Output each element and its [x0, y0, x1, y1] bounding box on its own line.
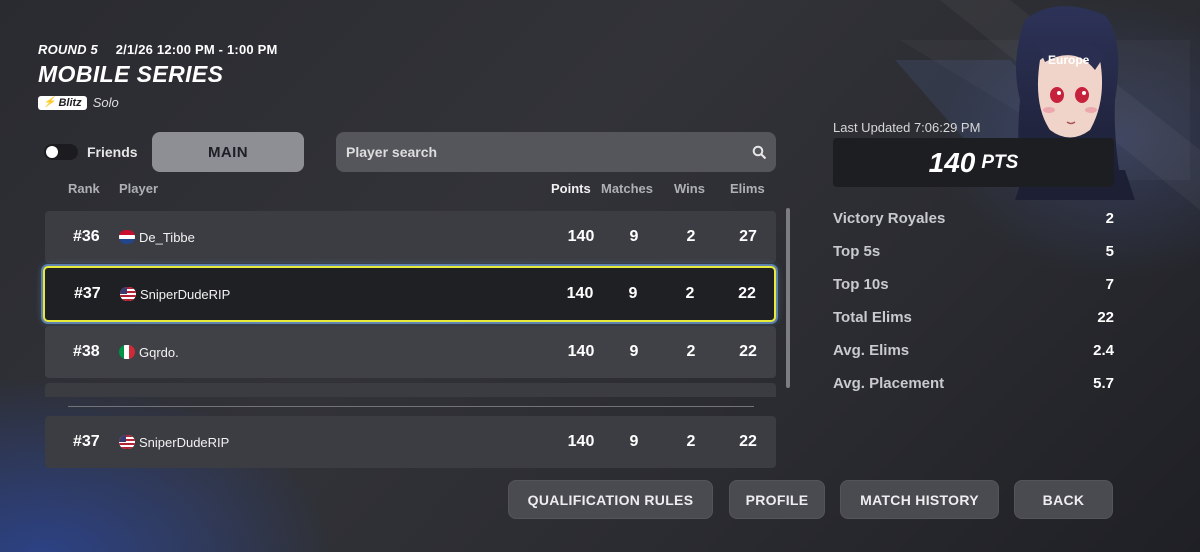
row-wins: 2 — [686, 433, 696, 450]
stat-total-elims: Total Elims 22 — [833, 309, 1114, 326]
search-icon — [752, 145, 766, 159]
row-matches: 9 — [629, 343, 639, 360]
stat-avg-elims: Avg. Elims 2.4 — [833, 342, 1114, 359]
stat-value: 2 — [1105, 210, 1114, 227]
friends-label: Friends — [87, 144, 138, 160]
column-rank: Rank — [68, 181, 100, 196]
round-label: ROUND 5 — [38, 42, 98, 57]
stat-label: Total Elims — [833, 309, 912, 326]
event-header: ROUND 5 2/1/26 12:00 PM - 1:00 PM MOBILE… — [38, 42, 278, 110]
column-player: Player — [119, 181, 159, 196]
event-title: MOBILE SERIES — [38, 61, 224, 87]
mode-label: Solo — [92, 95, 119, 110]
points-value: 140 — [928, 146, 976, 178]
stat-label: Victory Royales — [833, 210, 946, 227]
stat-value: 5.7 — [1093, 375, 1114, 392]
stat-value: 7 — [1105, 276, 1114, 293]
column-points[interactable]: Points — [551, 181, 591, 196]
match-history-button[interactable]: MATCH HISTORY — [840, 480, 999, 519]
row-matches: 9 — [629, 433, 639, 450]
row-elims: 22 — [739, 343, 757, 360]
stat-top-10s: Top 10s 7 — [833, 276, 1114, 293]
row-rank: #37 — [74, 285, 101, 302]
italy-flag-icon — [119, 345, 135, 359]
qualification-rules-button[interactable]: QUALIFICATION RULES — [508, 480, 713, 519]
toggle-knob — [46, 146, 58, 158]
search-placeholder: Player search — [346, 144, 438, 160]
row-player: Gqrdo. — [139, 344, 179, 360]
region-label: Europe — [1048, 53, 1090, 67]
round-info: ROUND 5 2/1/26 12:00 PM - 1:00 PM — [38, 42, 278, 57]
round-datetime: 2/1/26 12:00 PM - 1:00 PM — [115, 42, 278, 57]
points-unit: PTS — [981, 151, 1019, 173]
netherlands-flag-icon — [119, 230, 135, 244]
stat-label: Top 5s — [833, 243, 881, 260]
row-rank: #38 — [73, 343, 100, 360]
row-matches: 9 — [628, 285, 638, 302]
column-matches[interactable]: Matches — [601, 181, 653, 196]
row-rank: #36 — [73, 228, 100, 245]
mode-badge-label: Blitz — [58, 96, 82, 109]
row-player: De_Tibbe — [139, 229, 195, 245]
row-wins: 2 — [686, 343, 696, 360]
table-row[interactable]: #38 Gqrdo. 140 9 2 22 — [45, 326, 776, 378]
self-pinned-row[interactable]: #37 SniperDudeRIP 140 9 2 22 — [45, 416, 776, 468]
usa-flag-icon — [120, 287, 136, 301]
table-row-highlighted[interactable]: #37 SniperDudeRIP 140 9 2 22 — [43, 266, 776, 322]
row-elims: 22 — [738, 285, 756, 302]
row-points: 140 — [566, 285, 594, 302]
mode-badge: ⚡ Blitz — [38, 95, 87, 110]
row-elims: 27 — [739, 228, 757, 245]
table-row-partial[interactable] — [45, 383, 776, 397]
row-rank: #37 — [73, 433, 100, 450]
back-button[interactable]: BACK — [1014, 480, 1113, 519]
column-wins[interactable]: Wins — [674, 181, 705, 196]
row-elims: 22 — [739, 433, 757, 450]
stat-value: 2.4 — [1093, 342, 1114, 359]
row-points: 140 — [567, 228, 595, 245]
blitz-icon: ⚡ — [43, 97, 56, 108]
friends-filter[interactable]: Friends — [44, 144, 138, 160]
row-wins: 2 — [686, 228, 696, 245]
self-row-divider — [68, 406, 754, 407]
row-player: SniperDudeRIP — [140, 286, 231, 302]
table-row[interactable]: #36 De_Tibbe 140 9 2 27 — [45, 211, 776, 263]
stat-value: 22 — [1097, 309, 1114, 326]
mode-line: ⚡ Blitz Solo — [38, 95, 278, 110]
player-search-input[interactable]: Player search — [336, 132, 776, 172]
last-updated: Last Updated 7:06:29 PM — [833, 120, 981, 135]
row-points: 140 — [567, 433, 595, 450]
tab-main[interactable]: MAIN — [152, 132, 304, 172]
points-total: 140 PTS — [833, 138, 1114, 187]
leaderboard-scrollbar[interactable] — [786, 208, 790, 388]
friends-toggle[interactable] — [44, 144, 78, 160]
row-player: SniperDudeRIP — [139, 434, 230, 450]
stat-label: Avg. Placement — [833, 375, 945, 392]
column-elims[interactable]: Elims — [730, 181, 765, 196]
stat-value: 5 — [1105, 243, 1114, 260]
row-wins: 2 — [685, 285, 695, 302]
profile-button[interactable]: PROFILE — [729, 480, 825, 519]
stat-top-5s: Top 5s 5 — [833, 243, 1114, 260]
stat-label: Avg. Elims — [833, 342, 910, 359]
usa-flag-icon — [119, 435, 135, 449]
row-matches: 9 — [629, 228, 639, 245]
row-points: 140 — [567, 343, 595, 360]
stat-victory-royales: Victory Royales 2 — [833, 210, 1114, 227]
stat-label: Top 10s — [833, 276, 889, 293]
stat-avg-placement: Avg. Placement 5.7 — [833, 375, 1114, 392]
